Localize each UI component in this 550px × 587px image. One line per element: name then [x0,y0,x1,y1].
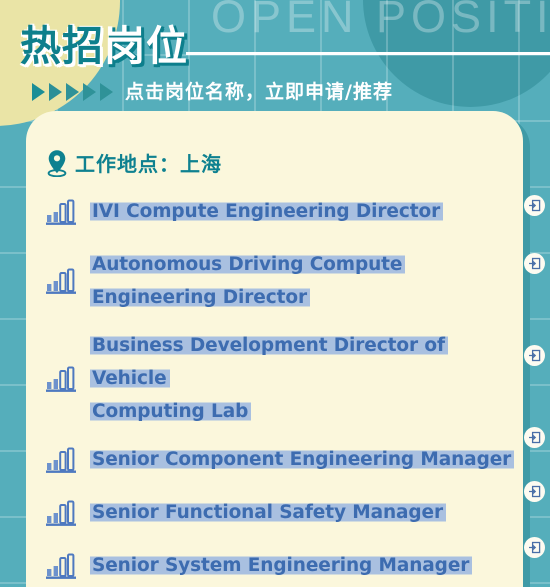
job-title-line: IVI Compute Engineering Director [90,201,444,222]
job-title-line: Engineering Director [90,287,310,308]
page-title: 热招岗位 [20,12,188,72]
map-pin-icon [46,149,68,177]
list-item[interactable]: Autonomous Driving Compute Engineering D… [26,244,523,318]
enter-arrow-icon [529,431,541,444]
apply-enter-button[interactable] [524,537,545,558]
list-item[interactable]: Business Development Director of Vehicle… [26,329,523,428]
job-title[interactable]: Senior Functional Safety Manager [90,496,447,529]
triangle-icon [32,82,45,101]
apply-enter-button[interactable] [524,481,545,502]
job-title[interactable]: Business Development Director of Vehicle… [90,329,523,428]
job-title[interactable]: Autonomous Driving Compute Engineering D… [90,248,406,314]
job-title[interactable]: IVI Compute Engineering Director [90,195,444,228]
enter-arrow-icon [529,541,541,554]
apply-enter-button[interactable] [524,427,545,448]
job-title[interactable]: Senior Component Engineering Manager [90,443,515,476]
jobs-card: 工作地点：上海 IVI Compute Engineering Director [26,111,523,587]
bar-chart-icon [46,553,79,579]
job-title-line: Business Development Director of Vehicle [90,335,448,389]
job-title-line: Senior System Engineering Manager [90,555,473,576]
apply-enter-button[interactable] [524,345,545,366]
title-divider-rule [186,52,550,55]
jobs-list: IVI Compute Engineering Director Autonom… [26,191,523,586]
bar-chart-icon [46,199,79,225]
triangle-icon [100,82,113,101]
job-title[interactable]: Senior System Engineering Manager [90,549,473,582]
location-row: 工作地点：上海 [46,148,523,177]
apply-enter-button[interactable] [524,253,545,274]
enter-arrow-icon [529,349,541,362]
triangle-icon [66,82,79,101]
triangle-arrows-decoration [32,81,113,101]
bar-chart-icon [46,366,79,392]
list-item[interactable]: Senior Component Engineering Manager [26,439,523,480]
list-item[interactable]: IVI Compute Engineering Director [26,191,523,232]
triangle-icon [49,82,62,101]
enter-arrow-icon [529,485,541,498]
job-title-line: Senior Functional Safety Manager [90,502,447,523]
page-title-part-2: 岗位 [104,22,188,70]
list-item[interactable]: Senior System Engineering Manager [26,545,523,586]
list-item[interactable]: Senior Functional Safety Manager [26,492,523,533]
ghost-headline: OPEN POSITION [211,0,550,42]
enter-arrow-icon [529,257,541,270]
subtitle-row: 点击岗位名称，立即申请/推荐 [32,77,393,104]
apply-enter-button[interactable] [524,195,545,216]
enter-arrow-icon [529,199,541,212]
poster-root: OPEN POSITION 热招岗位 点击岗位名称，立即申请/推荐 工作地点：上… [0,0,550,587]
bar-chart-icon [46,268,79,294]
bar-chart-icon [46,447,79,473]
job-title-line: Senior Component Engineering Manager [90,449,515,470]
bar-chart-icon [46,500,79,526]
location-label: 工作地点：上海 [75,152,222,176]
job-title-line: Autonomous Driving Compute [90,254,406,275]
triangle-icon [83,82,96,101]
subtitle-text: 点击岗位名称，立即申请/推荐 [125,81,393,103]
job-title-line: Computing Lab [90,401,252,422]
page-title-part-1: 热招 [20,22,104,70]
